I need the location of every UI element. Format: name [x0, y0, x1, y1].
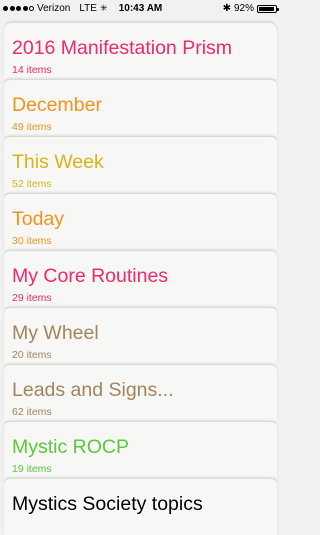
- list-title: Mystics Society topics: [12, 493, 203, 515]
- status-bar: Verizon LTE ✳ 10:43 AM ✱ 92%: [0, 0, 281, 20]
- list-count: 62 items: [12, 406, 52, 418]
- list-title: Mystic ROCP: [12, 436, 129, 458]
- battery-percent: 92%: [233, 3, 254, 14]
- list-card-leads-and-signs[interactable]: Leads and Signs... 62 items: [4, 364, 277, 421]
- bluetooth-icon: ✱: [222, 3, 231, 14]
- list-title: 2016 Manifestation Prism: [12, 37, 233, 59]
- list-card-my-core-routines[interactable]: My Core Routines 29 items: [4, 250, 277, 307]
- list-title: December: [12, 94, 102, 116]
- list-count: 14 items: [12, 64, 52, 76]
- list-title: My Core Routines: [12, 265, 169, 287]
- list-count: 30 items: [12, 235, 52, 247]
- list-title: My Wheel: [12, 322, 99, 344]
- list-title: Leads and Signs...: [12, 379, 174, 401]
- battery-fill: [259, 6, 274, 11]
- list-count: 49 items: [12, 121, 52, 133]
- battery-icon: [257, 4, 279, 13]
- reminder-lists: 2016 Manifestation Prism 14 items Decemb…: [0, 22, 281, 535]
- list-count: 29 items: [12, 292, 52, 304]
- list-count: 20 items: [12, 349, 52, 361]
- list-card-today[interactable]: Today 30 items: [4, 193, 277, 250]
- list-card-2016-manifestation-prism[interactable]: 2016 Manifestation Prism 14 items: [4, 22, 277, 79]
- list-card-mystic-rocp[interactable]: Mystic ROCP 19 items: [4, 421, 277, 478]
- list-title: Today: [12, 208, 65, 230]
- list-card-my-wheel[interactable]: My Wheel 20 items: [4, 307, 277, 364]
- list-count: 19 items: [12, 463, 52, 475]
- list-card-this-week[interactable]: This Week 52 items: [4, 136, 277, 193]
- list-card-mystics-society-topics[interactable]: Mystics Society topics: [4, 478, 277, 535]
- list-count: 52 items: [12, 178, 52, 190]
- list-title: This Week: [12, 151, 104, 173]
- list-card-december[interactable]: December 49 items: [4, 79, 277, 136]
- status-right: ✱ 92%: [222, 3, 279, 14]
